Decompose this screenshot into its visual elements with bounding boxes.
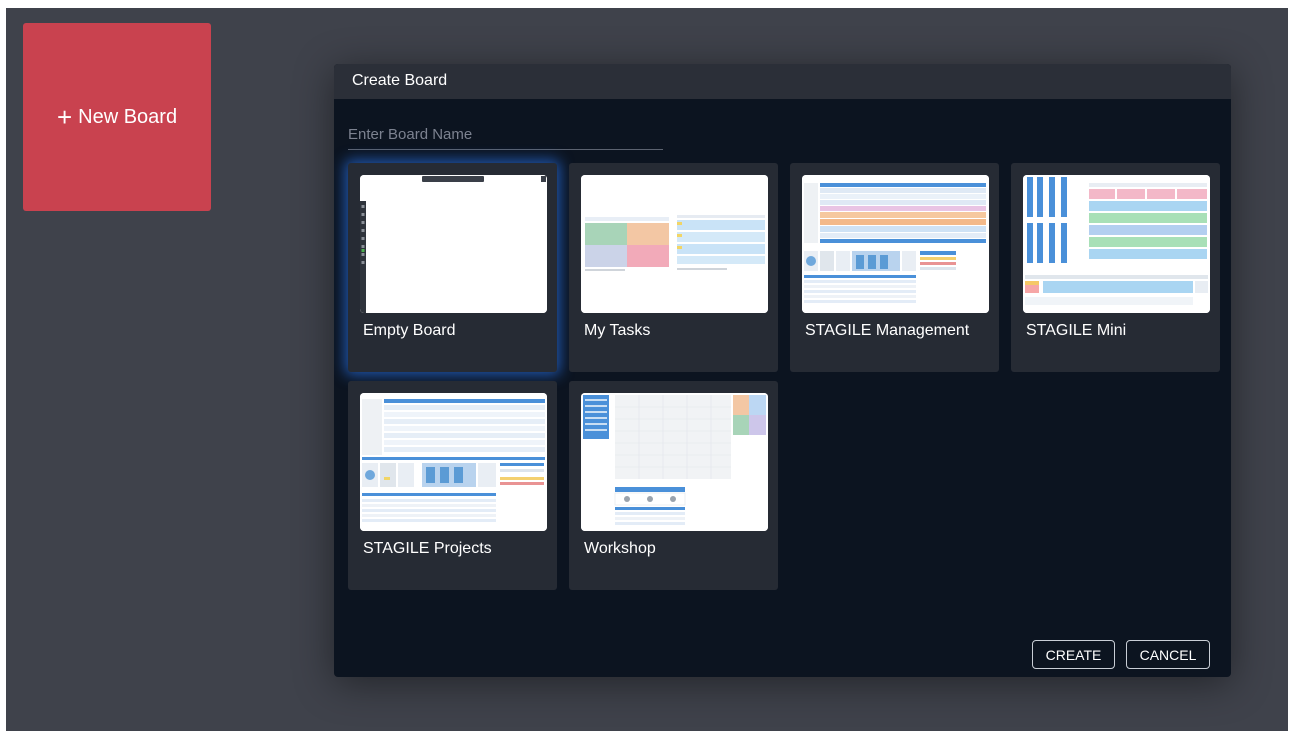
template-thumbnail [581,393,768,531]
template-card-empty-board[interactable]: Empty Board [348,163,557,372]
template-card-workshop[interactable]: Workshop [569,381,778,590]
template-card-stagile-mini[interactable]: STAGILE Mini [1011,163,1220,372]
plus-icon: + [56,102,73,132]
template-thumbnail [360,393,547,531]
new-board-tile[interactable]: + New Board [23,23,211,211]
board-name-input[interactable] [348,119,663,150]
template-label: STAGILE Projects [363,540,492,557]
cancel-button[interactable]: CANCEL [1126,640,1210,669]
template-label: STAGILE Management [805,322,970,339]
template-card-stagile-projects[interactable]: STAGILE Projects [348,381,557,590]
template-card-my-tasks[interactable]: My Tasks [569,163,778,372]
template-thumbnail [802,175,989,313]
template-thumbnail [581,175,768,313]
create-button[interactable]: CREATE [1032,640,1115,669]
template-label: STAGILE Mini [1026,322,1127,339]
create-board-dialog: Create Board Emp [334,64,1231,677]
template-label: Empty Board [363,322,456,339]
template-thumbnail [360,175,547,313]
dialog-title: Create Board [334,64,1231,99]
template-thumbnail [1023,175,1210,313]
template-card-stagile-management[interactable]: STAGILE Management [790,163,999,372]
new-board-label: New Board [78,105,178,128]
template-label: Workshop [584,540,656,557]
template-label: My Tasks [584,322,651,339]
app-background: + New Board Create Board Enter Board Nam… [6,8,1288,731]
